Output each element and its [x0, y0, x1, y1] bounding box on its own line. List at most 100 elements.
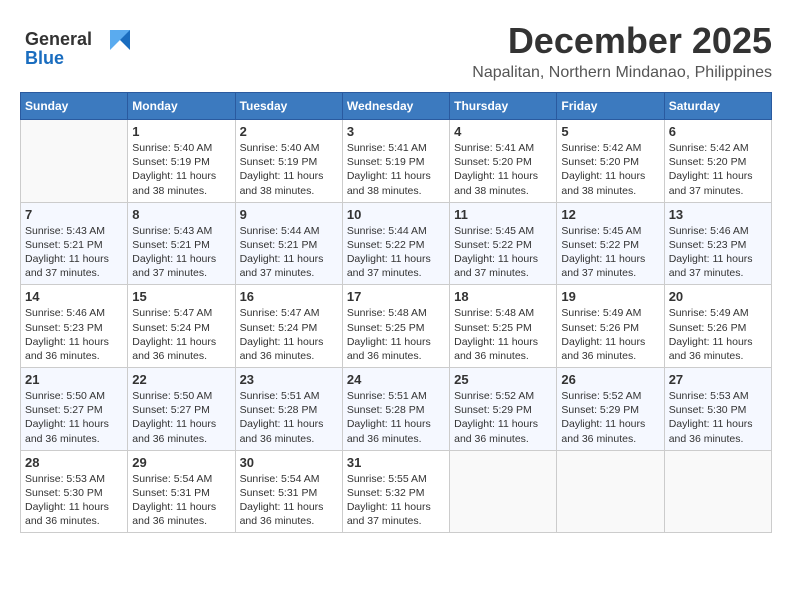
day-number: 3 [347, 124, 445, 139]
day-info: Sunrise: 5:51 AMSunset: 5:28 PMDaylight:… [240, 389, 338, 446]
day-number: 15 [132, 289, 230, 304]
day-number: 9 [240, 207, 338, 222]
day-number: 31 [347, 455, 445, 470]
day-info: Sunrise: 5:53 AMSunset: 5:30 PMDaylight:… [669, 389, 767, 446]
title-area: December 2025 Napalitan, Northern Mindan… [472, 20, 772, 82]
day-info: Sunrise: 5:41 AMSunset: 5:19 PMDaylight:… [347, 141, 445, 198]
day-number: 5 [561, 124, 659, 139]
calendar-cell: 16 Sunrise: 5:47 AMSunset: 5:24 PMDayligh… [235, 285, 342, 368]
calendar-week-row: 7 Sunrise: 5:43 AMSunset: 5:21 PMDaylight… [21, 202, 772, 285]
day-number: 10 [347, 207, 445, 222]
day-number: 26 [561, 372, 659, 387]
calendar-cell [450, 450, 557, 533]
day-info: Sunrise: 5:40 AMSunset: 5:19 PMDaylight:… [240, 141, 338, 198]
calendar-cell: 23 Sunrise: 5:51 AMSunset: 5:28 PMDayligh… [235, 368, 342, 451]
logo: General Blue [20, 20, 130, 70]
day-info: Sunrise: 5:47 AMSunset: 5:24 PMDaylight:… [240, 306, 338, 363]
day-number: 12 [561, 207, 659, 222]
day-info: Sunrise: 5:48 AMSunset: 5:25 PMDaylight:… [454, 306, 552, 363]
day-info: Sunrise: 5:51 AMSunset: 5:28 PMDaylight:… [347, 389, 445, 446]
calendar-week-row: 28 Sunrise: 5:53 AMSunset: 5:30 PMDayligh… [21, 450, 772, 533]
day-number: 1 [132, 124, 230, 139]
svg-text:General: General [25, 29, 92, 49]
calendar-cell: 12 Sunrise: 5:45 AMSunset: 5:22 PMDayligh… [557, 202, 664, 285]
calendar-cell: 4 Sunrise: 5:41 AMSunset: 5:20 PMDaylight… [450, 120, 557, 203]
calendar-cell: 25 Sunrise: 5:52 AMSunset: 5:29 PMDayligh… [450, 368, 557, 451]
weekday-header: Thursday [450, 93, 557, 120]
day-number: 27 [669, 372, 767, 387]
calendar-table: SundayMondayTuesdayWednesdayThursdayFrid… [20, 92, 772, 533]
day-info: Sunrise: 5:46 AMSunset: 5:23 PMDaylight:… [25, 306, 123, 363]
calendar-week-row: 14 Sunrise: 5:46 AMSunset: 5:23 PMDayligh… [21, 285, 772, 368]
calendar-cell: 31 Sunrise: 5:55 AMSunset: 5:32 PMDayligh… [342, 450, 449, 533]
day-info: Sunrise: 5:44 AMSunset: 5:22 PMDaylight:… [347, 224, 445, 281]
day-number: 18 [454, 289, 552, 304]
day-info: Sunrise: 5:53 AMSunset: 5:30 PMDaylight:… [25, 472, 123, 529]
day-info: Sunrise: 5:40 AMSunset: 5:19 PMDaylight:… [132, 141, 230, 198]
calendar-cell: 2 Sunrise: 5:40 AMSunset: 5:19 PMDaylight… [235, 120, 342, 203]
day-number: 14 [25, 289, 123, 304]
weekday-header: Sunday [21, 93, 128, 120]
month-year-title: December 2025 [472, 20, 772, 62]
day-info: Sunrise: 5:52 AMSunset: 5:29 PMDaylight:… [561, 389, 659, 446]
day-info: Sunrise: 5:43 AMSunset: 5:21 PMDaylight:… [25, 224, 123, 281]
day-info: Sunrise: 5:46 AMSunset: 5:23 PMDaylight:… [669, 224, 767, 281]
calendar-cell: 17Sunrise: 5:48 AMSunset: 5:25 PMDayligh… [342, 285, 449, 368]
day-number: 16 [240, 289, 338, 304]
day-number: 29 [132, 455, 230, 470]
calendar-cell: 29 Sunrise: 5:54 AMSunset: 5:31 PMDayligh… [128, 450, 235, 533]
calendar-cell: 20 Sunrise: 5:49 AMSunset: 5:26 PMDayligh… [664, 285, 771, 368]
location-subtitle: Napalitan, Northern Mindanao, Philippine… [472, 64, 772, 82]
calendar-cell: 24 Sunrise: 5:51 AMSunset: 5:28 PMDayligh… [342, 368, 449, 451]
calendar-cell: 28 Sunrise: 5:53 AMSunset: 5:30 PMDayligh… [21, 450, 128, 533]
day-info: Sunrise: 5:48 AMSunset: 5:25 PMDaylight:… [347, 306, 445, 363]
day-number: 25 [454, 372, 552, 387]
day-info: Sunrise: 5:54 AMSunset: 5:31 PMDaylight:… [132, 472, 230, 529]
day-number: 7 [25, 207, 123, 222]
day-number: 20 [669, 289, 767, 304]
calendar-week-row: 21Sunrise: 5:50 AMSunset: 5:27 PMDayligh… [21, 368, 772, 451]
day-info: Sunrise: 5:52 AMSunset: 5:29 PMDaylight:… [454, 389, 552, 446]
logo-icon: General Blue [20, 20, 130, 70]
day-info: Sunrise: 5:41 AMSunset: 5:20 PMDaylight:… [454, 141, 552, 198]
calendar-cell: 10 Sunrise: 5:44 AMSunset: 5:22 PMDayligh… [342, 202, 449, 285]
day-info: Sunrise: 5:54 AMSunset: 5:31 PMDaylight:… [240, 472, 338, 529]
calendar-cell: 30 Sunrise: 5:54 AMSunset: 5:31 PMDayligh… [235, 450, 342, 533]
calendar-cell [21, 120, 128, 203]
weekday-header: Saturday [664, 93, 771, 120]
day-info: Sunrise: 5:45 AMSunset: 5:22 PMDaylight:… [454, 224, 552, 281]
header: General Blue December 2025 Napalitan, No… [20, 20, 772, 82]
calendar-cell: 21Sunrise: 5:50 AMSunset: 5:27 PMDayligh… [21, 368, 128, 451]
day-info: Sunrise: 5:55 AMSunset: 5:32 PMDaylight:… [347, 472, 445, 529]
weekday-header: Friday [557, 93, 664, 120]
day-number: 30 [240, 455, 338, 470]
day-number: 23 [240, 372, 338, 387]
day-info: Sunrise: 5:45 AMSunset: 5:22 PMDaylight:… [561, 224, 659, 281]
day-number: 6 [669, 124, 767, 139]
day-number: 24 [347, 372, 445, 387]
day-number: 4 [454, 124, 552, 139]
calendar-cell: 15 Sunrise: 5:47 AMSunset: 5:24 PMDayligh… [128, 285, 235, 368]
day-info: Sunrise: 5:42 AMSunset: 5:20 PMDaylight:… [561, 141, 659, 198]
calendar-cell: 1 Sunrise: 5:40 AMSunset: 5:19 PMDaylight… [128, 120, 235, 203]
day-number: 19 [561, 289, 659, 304]
day-info: Sunrise: 5:49 AMSunset: 5:26 PMDaylight:… [669, 306, 767, 363]
weekday-header: Monday [128, 93, 235, 120]
calendar-cell: 9Sunrise: 5:44 AMSunset: 5:21 PMDaylight… [235, 202, 342, 285]
day-number: 8 [132, 207, 230, 222]
calendar-cell: 27 Sunrise: 5:53 AMSunset: 5:30 PMDayligh… [664, 368, 771, 451]
calendar-cell: 22 Sunrise: 5:50 AMSunset: 5:27 PMDayligh… [128, 368, 235, 451]
day-number: 22 [132, 372, 230, 387]
calendar-cell: 3 Sunrise: 5:41 AMSunset: 5:19 PMDaylight… [342, 120, 449, 203]
calendar-cell: 19Sunrise: 5:49 AMSunset: 5:26 PMDayligh… [557, 285, 664, 368]
day-number: 13 [669, 207, 767, 222]
calendar-cell: 26 Sunrise: 5:52 AMSunset: 5:29 PMDayligh… [557, 368, 664, 451]
day-info: Sunrise: 5:42 AMSunset: 5:20 PMDaylight:… [669, 141, 767, 198]
calendar-cell [664, 450, 771, 533]
day-number: 2 [240, 124, 338, 139]
day-number: 28 [25, 455, 123, 470]
calendar-cell: 7 Sunrise: 5:43 AMSunset: 5:21 PMDaylight… [21, 202, 128, 285]
day-info: Sunrise: 5:47 AMSunset: 5:24 PMDaylight:… [132, 306, 230, 363]
day-info: Sunrise: 5:50 AMSunset: 5:27 PMDaylight:… [132, 389, 230, 446]
calendar-cell: 5 Sunrise: 5:42 AMSunset: 5:20 PMDaylight… [557, 120, 664, 203]
